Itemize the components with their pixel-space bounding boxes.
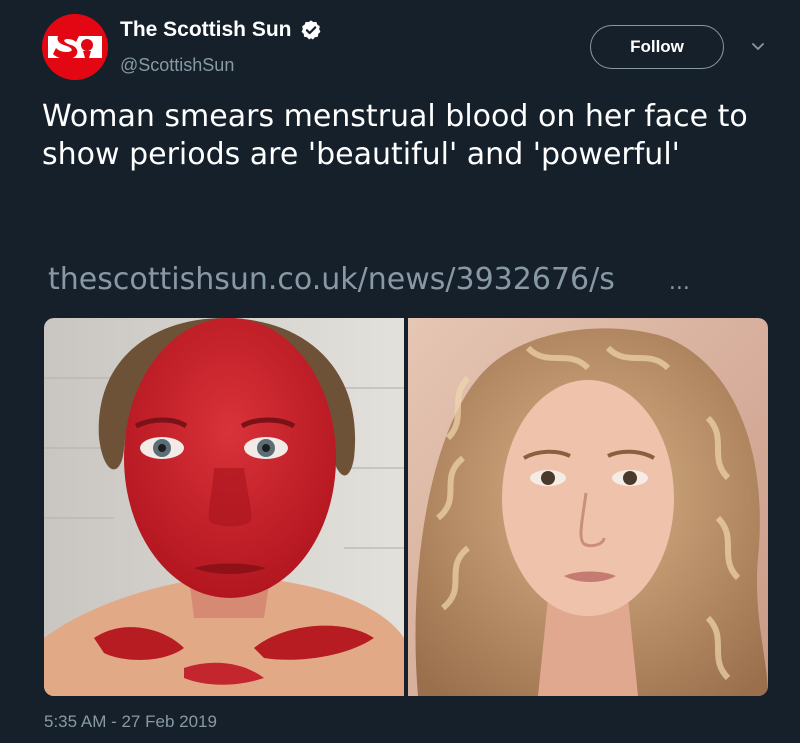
verified-badge-icon [301,20,320,40]
avatar[interactable] [42,14,108,80]
photo-curly-hair-image [408,318,768,696]
tweet-link[interactable]: thescottishsun.co.uk/news/3932676/s ... [48,262,778,297]
account-name-row[interactable]: The Scottish Sun [120,18,322,42]
media-photo-right[interactable] [408,318,768,696]
tweet-link-text[interactable]: thescottishsun.co.uk/news/3932676/s [48,262,615,297]
scottish-sun-logo-icon [42,14,108,80]
chevron-down-icon[interactable] [751,42,765,52]
media-gallery [44,318,768,696]
tweet-card: The Scottish Sun @ScottishSun Follow Wom… [0,0,800,743]
display-name[interactable]: The Scottish Sun [120,18,292,42]
tweet-text: Woman smears menstrual blood on her face… [42,99,748,172]
tweet-link-ellipsis: ... [668,270,690,295]
photo-blood-face-image [44,318,404,696]
tweet-timestamp[interactable]: 5:35 AM - 27 Feb 2019 [44,712,217,732]
follow-button[interactable]: Follow [590,25,724,69]
account-handle[interactable]: @ScottishSun [120,55,234,76]
media-photo-left[interactable] [44,318,404,696]
